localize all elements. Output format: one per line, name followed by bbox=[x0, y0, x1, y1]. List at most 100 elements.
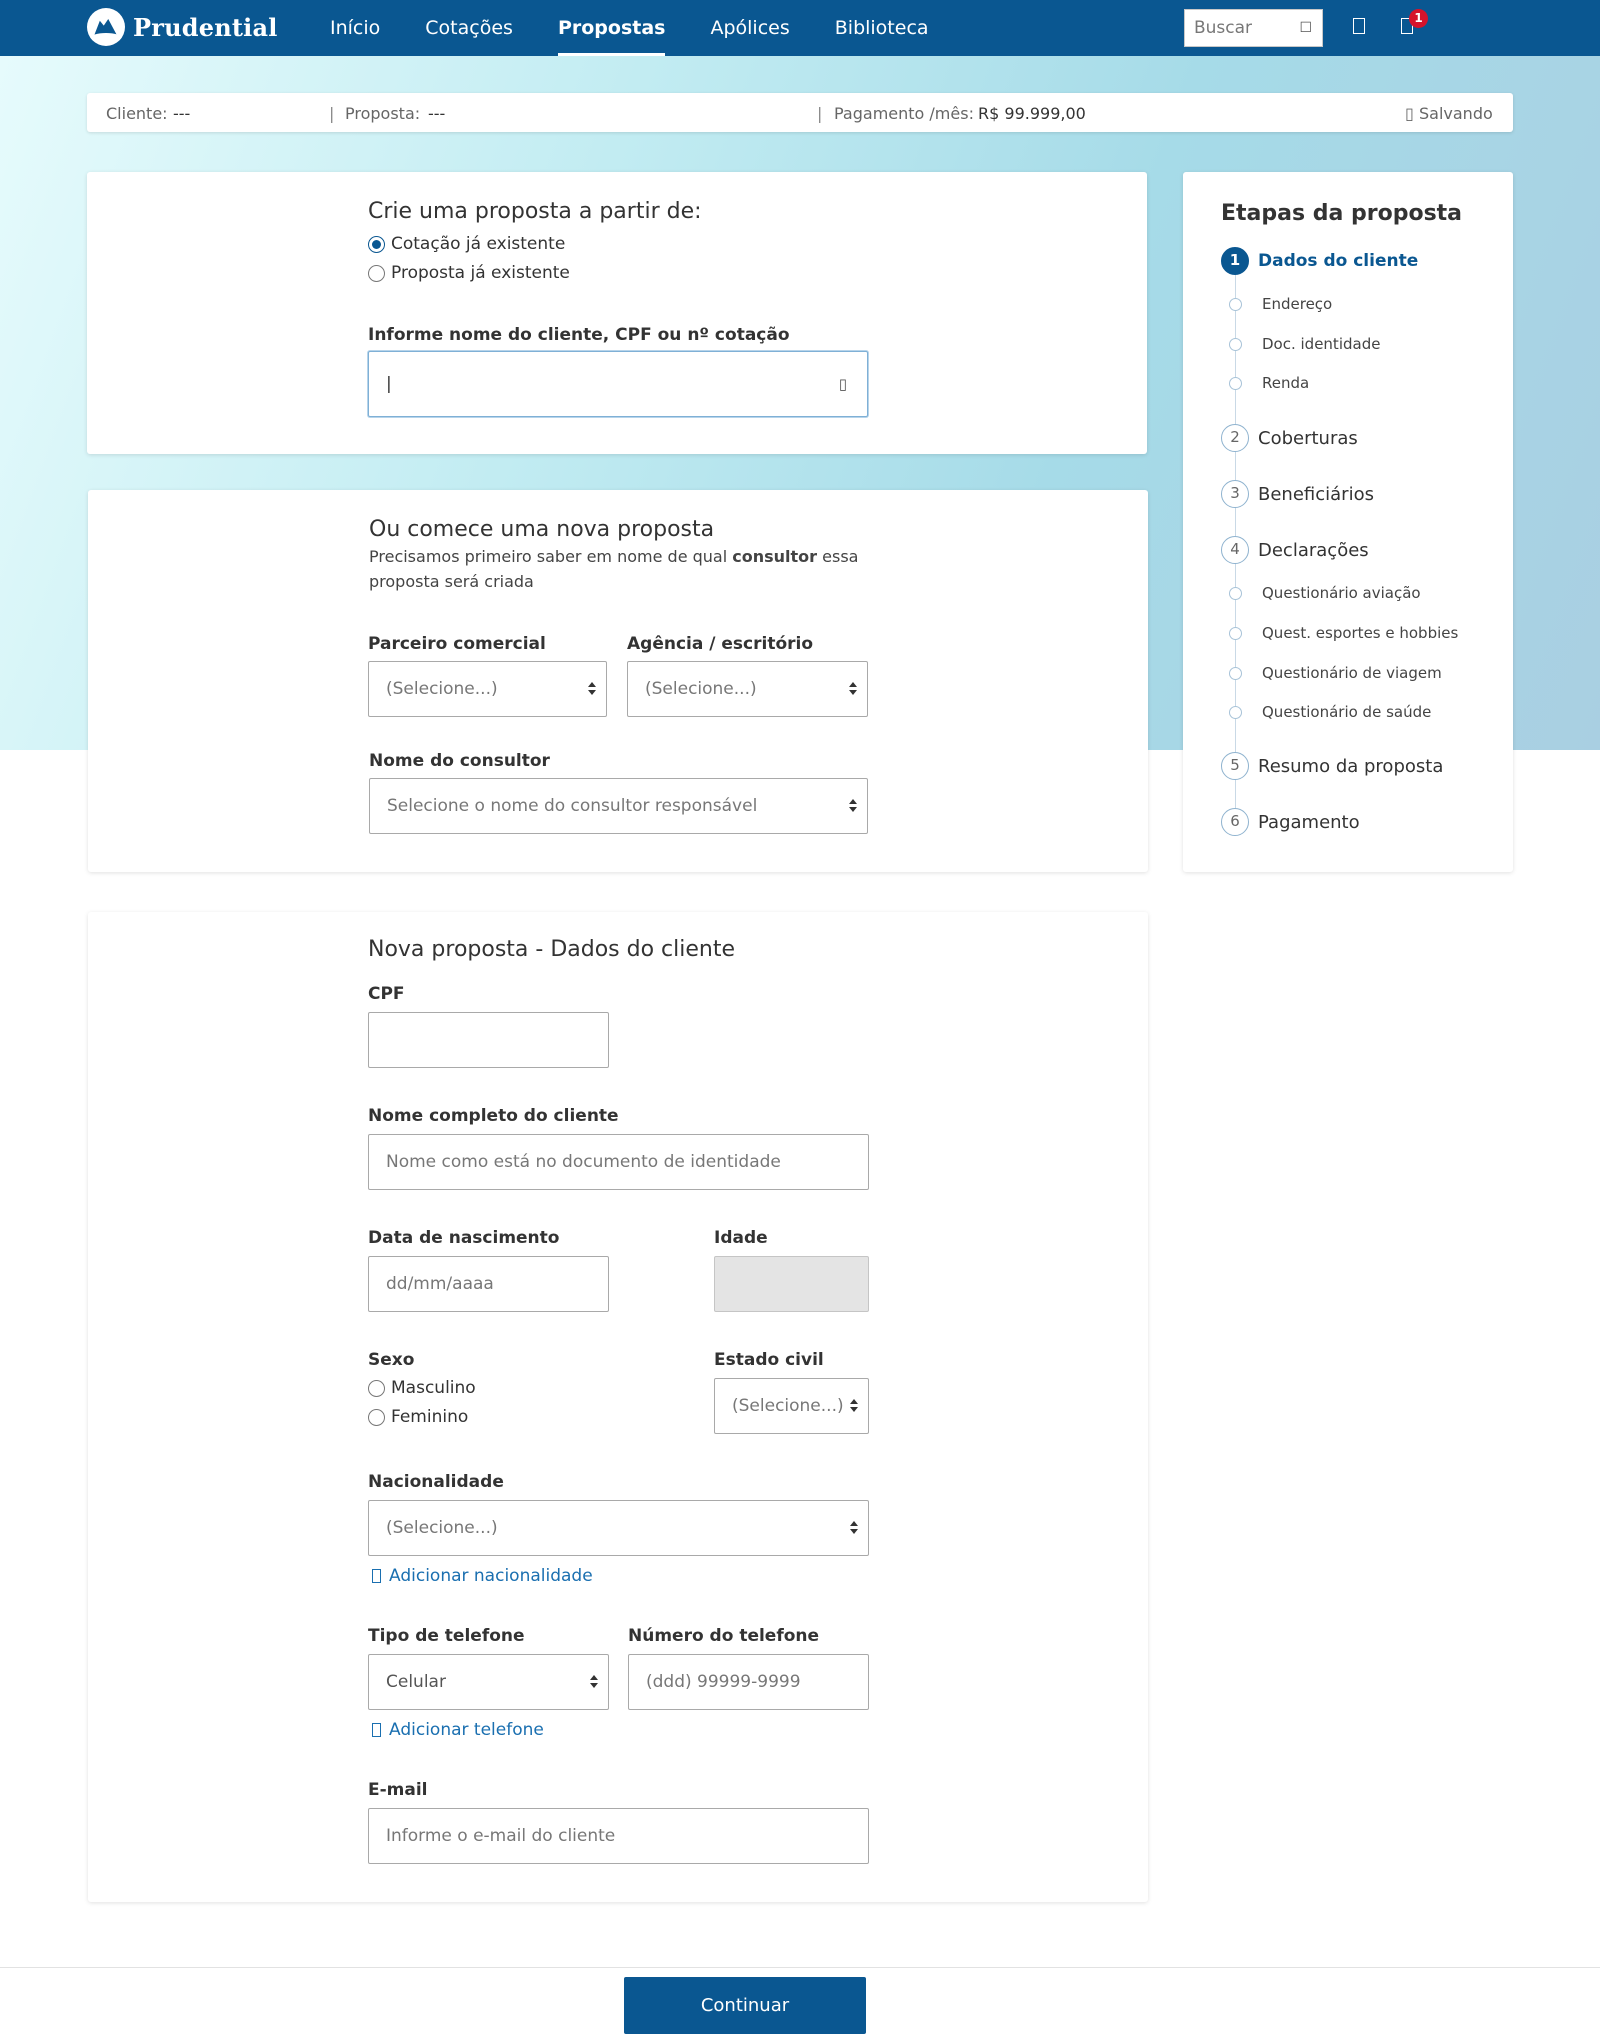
cliente-value: --- bbox=[173, 104, 191, 123]
sexo-label: Sexo bbox=[368, 1350, 415, 1370]
consultor-select[interactable]: Selecione o nome do consultor responsáve… bbox=[369, 778, 868, 834]
nacionalidade-select[interactable]: (Selecione...) bbox=[368, 1500, 869, 1556]
step-number: 2 bbox=[1221, 424, 1249, 452]
divider: | bbox=[817, 104, 823, 123]
step-resumo[interactable]: 5 Resumo da proposta bbox=[1221, 752, 1443, 780]
tipo-telefone-label: Tipo de telefone bbox=[368, 1626, 525, 1646]
step-sub-esportes[interactable]: Quest. esportes e hobbies bbox=[1221, 624, 1458, 642]
text-cursor: | bbox=[386, 374, 392, 394]
nome-input[interactable]: Nome como está no documento de identidad… bbox=[368, 1134, 869, 1190]
step-number: 3 bbox=[1221, 480, 1249, 508]
step-dados-cliente[interactable]: 1 Dados do cliente bbox=[1221, 247, 1418, 275]
rock-logo-icon bbox=[87, 8, 125, 46]
step-sub-label: Questionário de viagem bbox=[1262, 664, 1442, 682]
agencia-label: Agência / escritório bbox=[627, 634, 814, 654]
step-number: 5 bbox=[1221, 752, 1249, 780]
radio-label: Feminino bbox=[391, 1407, 469, 1427]
chevron-updown-icon bbox=[849, 682, 857, 696]
create-from-title: Crie uma proposta a partir de: bbox=[368, 199, 702, 224]
step-beneficiarios[interactable]: 3 Beneficiários bbox=[1221, 480, 1374, 508]
new-proposal-card: Ou comece uma nova proposta Precisamos p… bbox=[88, 490, 1148, 872]
input-placeholder: dd/mm/aaaa bbox=[386, 1274, 494, 1294]
proposal-info-bar: Cliente: --- | Proposta: --- | Pagamento… bbox=[87, 93, 1513, 132]
step-number: 6 bbox=[1221, 808, 1249, 836]
desc-text: proposta será criada bbox=[369, 572, 534, 591]
step-sub-renda[interactable]: Renda bbox=[1221, 374, 1309, 392]
select-value: (Selecione...) bbox=[732, 1396, 844, 1416]
radio-unchecked-icon[interactable] bbox=[368, 1379, 385, 1397]
step-sub-viagem[interactable]: Questionário de viagem bbox=[1221, 664, 1442, 682]
search-input[interactable]: Buscar ☐ bbox=[1184, 9, 1323, 47]
brand-name: Prudential bbox=[133, 12, 278, 42]
radio-proposta[interactable]: Proposta já existente bbox=[368, 263, 570, 283]
step-dot-icon bbox=[1229, 586, 1242, 600]
radio-cotacao[interactable]: Cotação já existente bbox=[368, 234, 565, 254]
nav-link-cotacoes[interactable]: Cotações bbox=[425, 0, 513, 56]
user-icon[interactable] bbox=[1353, 18, 1365, 34]
continue-button[interactable]: Continuar bbox=[624, 1977, 866, 2034]
estado-civil-select[interactable]: (Selecione...) bbox=[714, 1378, 869, 1434]
step-sub-saude[interactable]: Questionário de saúde bbox=[1221, 703, 1431, 721]
radio-feminino[interactable]: Feminino bbox=[368, 1407, 468, 1427]
select-value: Selecione o nome do consultor responsáve… bbox=[387, 796, 758, 816]
step-dot-icon bbox=[1229, 705, 1242, 719]
search-icon[interactable]: ▯ bbox=[839, 352, 847, 416]
step-pagamento[interactable]: 6 Pagamento bbox=[1221, 808, 1360, 836]
radio-checked-icon[interactable] bbox=[368, 235, 385, 253]
create-from-card: Crie uma proposta a partir de: Cotação j… bbox=[87, 172, 1147, 454]
nav-link-biblioteca[interactable]: Biblioteca bbox=[835, 0, 929, 56]
step-sub-doc-identidade[interactable]: Doc. identidade bbox=[1221, 335, 1380, 353]
add-icon bbox=[372, 1723, 381, 1737]
client-search-input[interactable]: | ▯ bbox=[368, 351, 868, 417]
step-sub-label: Questionário aviação bbox=[1262, 584, 1421, 602]
desc-text: essa bbox=[817, 547, 859, 566]
search-placeholder: Buscar bbox=[1194, 18, 1253, 38]
parceiro-label: Parceiro comercial bbox=[368, 634, 546, 654]
email-input[interactable]: Informe o e-mail do cliente bbox=[368, 1808, 869, 1864]
nav-link-inicio[interactable]: Início bbox=[330, 0, 380, 56]
add-telefone-link[interactable]: Adicionar telefone bbox=[372, 1720, 544, 1740]
step-sub-endereco[interactable]: Endereço bbox=[1221, 295, 1332, 313]
step-sub-label: Doc. identidade bbox=[1262, 335, 1381, 353]
parceiro-select[interactable]: (Selecione...) bbox=[368, 661, 607, 717]
input-placeholder: Informe o e-mail do cliente bbox=[386, 1826, 616, 1846]
add-nacionalidade-link[interactable]: Adicionar nacionalidade bbox=[372, 1566, 593, 1586]
step-sub-aviacao[interactable]: Questionário aviação bbox=[1221, 584, 1421, 602]
step-dot-icon bbox=[1229, 376, 1242, 390]
nav-link-propostas[interactable]: Propostas bbox=[557, 0, 665, 56]
select-value: (Selecione...) bbox=[645, 679, 757, 699]
numero-telefone-input[interactable]: (ddd) 99999-9999 bbox=[628, 1654, 869, 1710]
radio-unchecked-icon[interactable] bbox=[368, 264, 385, 282]
step-label: Dados do cliente bbox=[1258, 251, 1419, 271]
step-declaracoes[interactable]: 4 Declarações bbox=[1221, 536, 1369, 564]
client-data-card: Nova proposta - Dados do cliente CPF Nom… bbox=[88, 912, 1148, 1902]
link-label: Adicionar nacionalidade bbox=[389, 1566, 593, 1586]
step-number: 1 bbox=[1221, 247, 1249, 275]
nav-link-apolices[interactable]: Apólices bbox=[710, 0, 789, 56]
add-icon bbox=[372, 1569, 381, 1583]
client-data-title: Nova proposta - Dados do cliente bbox=[368, 937, 735, 962]
search-icon[interactable]: ☐ bbox=[1299, 10, 1312, 46]
step-coberturas[interactable]: 2 Coberturas bbox=[1221, 424, 1358, 452]
radio-label: Cotação já existente bbox=[391, 234, 566, 254]
step-sub-label: Questionário de saúde bbox=[1262, 703, 1432, 721]
agencia-select[interactable]: (Selecione...) bbox=[627, 661, 868, 717]
idade-label: Idade bbox=[714, 1228, 768, 1248]
nascimento-input[interactable]: dd/mm/aaaa bbox=[368, 1256, 609, 1312]
search-client-label: Informe nome do cliente, CPF ou nº cotaç… bbox=[368, 325, 790, 345]
tipo-telefone-select[interactable]: Celular bbox=[368, 1654, 609, 1710]
cpf-input[interactable] bbox=[368, 1012, 609, 1068]
radio-unchecked-icon[interactable] bbox=[368, 1408, 385, 1426]
brand-logo[interactable]: Prudential bbox=[87, 8, 278, 46]
step-label: Resumo da proposta bbox=[1258, 755, 1444, 777]
radio-masculino[interactable]: Masculino bbox=[368, 1378, 476, 1398]
estado-civil-label: Estado civil bbox=[714, 1350, 824, 1370]
numero-telefone-label: Número do telefone bbox=[628, 1626, 820, 1646]
chevron-updown-icon bbox=[590, 1675, 598, 1689]
proposta-value: --- bbox=[428, 104, 446, 123]
radio-label: Proposta já existente bbox=[391, 263, 570, 283]
nacionalidade-label: Nacionalidade bbox=[368, 1472, 504, 1492]
proposta-label: Proposta: bbox=[345, 104, 421, 123]
link-label: Adicionar telefone bbox=[389, 1720, 544, 1740]
new-proposal-title: Ou comece uma nova proposta bbox=[369, 517, 715, 542]
